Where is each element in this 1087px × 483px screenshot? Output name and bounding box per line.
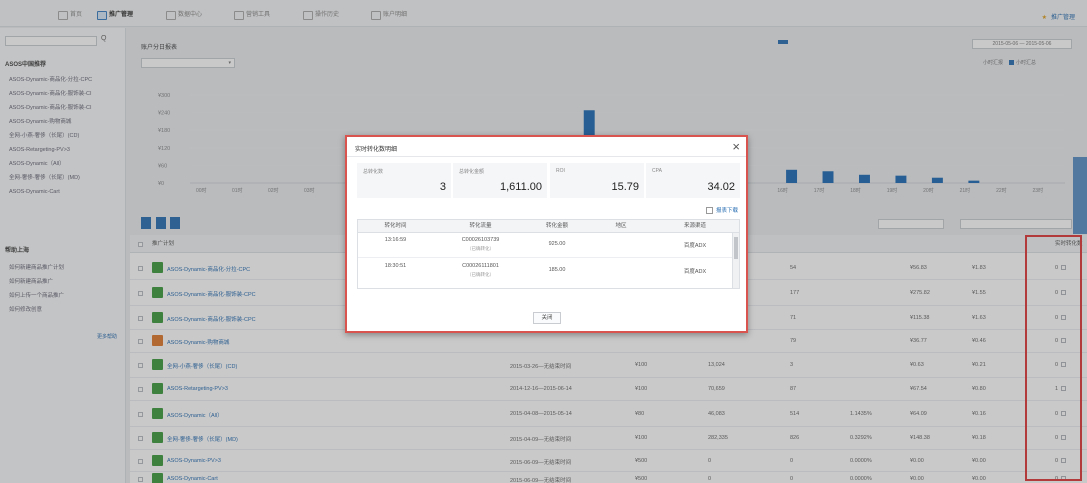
conversion-detail-modal: 实时转化数明细 × 总转化数 3 总转化金额 1,611.00 ROI 15.7…	[345, 135, 748, 333]
export-report-link[interactable]: 报表下载	[706, 206, 738, 214]
row-order[interactable]: C00026103739	[433, 237, 528, 243]
row-channel: 百度ADX	[683, 243, 707, 249]
stat-label: 总转化金额	[459, 169, 485, 175]
stat-value: 1,611.00	[499, 181, 542, 193]
row-order-sub: （已确转化）	[467, 246, 494, 251]
row-divider	[358, 257, 734, 258]
row-time: 13:16:59	[384, 237, 407, 243]
scroll-thumb[interactable]	[734, 237, 738, 259]
modal-close-button[interactable]: 关闭	[533, 312, 561, 324]
stat-total-conversions: 总转化数 3	[357, 163, 451, 198]
stat-value: 15.79	[611, 181, 639, 193]
conversion-table-scrollbar[interactable]	[732, 233, 739, 288]
row-order[interactable]: C00026111801	[433, 263, 528, 269]
stat-value: 34.02	[707, 181, 735, 193]
row-amount: 185.00	[548, 267, 566, 273]
row-order-sub: （已确转化）	[467, 272, 494, 277]
conversion-table: 转化时间 转化流量 转化金额 地区 来源渠道 13:16:59 C0002610…	[357, 219, 740, 289]
modal-title: 实时转化数明细	[355, 147, 398, 153]
stat-value: 3	[439, 181, 446, 193]
row-amount: 925.00	[548, 241, 566, 247]
close-icon[interactable]: ×	[732, 139, 740, 154]
row-channel: 百度ADX	[683, 269, 707, 275]
col-conversion-amount: 转化金额	[545, 223, 568, 229]
stat-roi: ROI 15.79	[550, 163, 644, 198]
col-conversion-time: 转化时间	[384, 223, 407, 229]
stat-label: ROI	[556, 168, 565, 174]
col-conversion-flow: 转化流量	[469, 223, 492, 229]
col-source-channel: 来源渠道	[683, 223, 706, 229]
stat-total-amount: 总转化金额 1,611.00	[453, 163, 547, 198]
modal-divider	[347, 156, 746, 157]
col-region: 地区	[615, 223, 627, 229]
stat-label: 总转化数	[363, 169, 384, 175]
stat-cpa: CPA 34.02	[646, 163, 740, 198]
stat-label: CPA	[652, 168, 662, 174]
row-time: 18:30:51	[384, 263, 407, 269]
